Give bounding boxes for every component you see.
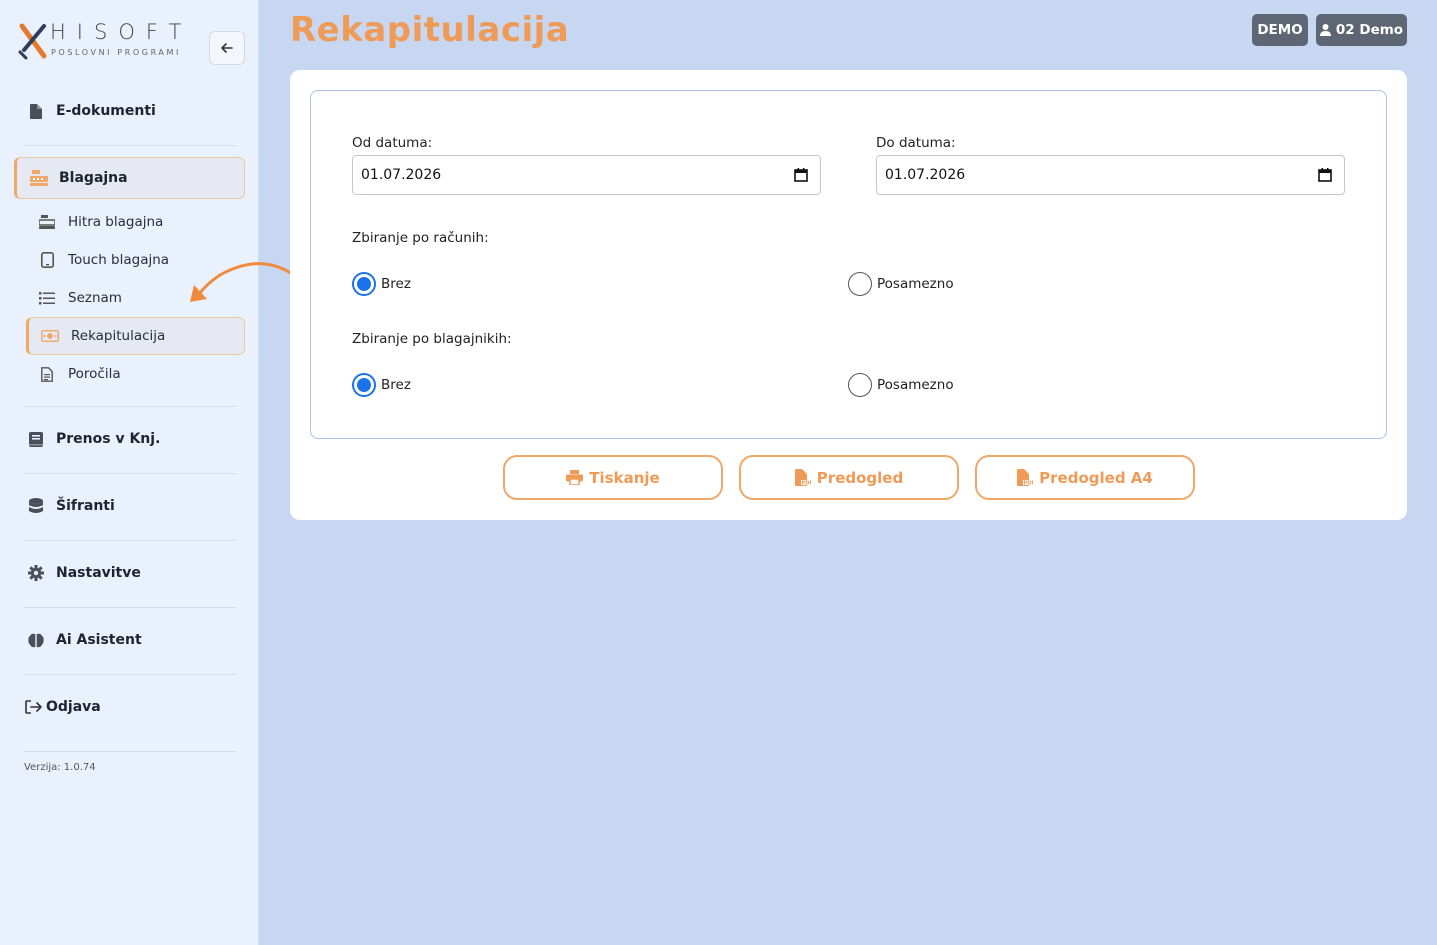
- radio-circle: [352, 272, 376, 296]
- list-icon: [38, 289, 56, 307]
- divider: [24, 406, 236, 407]
- sidebar-subitem-label: Seznam: [68, 290, 122, 306]
- sidebar-item-sifranti[interactable]: Šifranti: [14, 485, 245, 527]
- group-by-cashiers-label: Zbiranje po blagajnikih:: [352, 331, 512, 347]
- radio-invoices-posamezno[interactable]: Posamezno: [848, 272, 954, 296]
- logo-mark-icon: [18, 23, 47, 60]
- app-logo: HISOFT POSLOVNI PROGRAMI: [18, 20, 198, 62]
- pdf-file-icon: PDF: [794, 469, 811, 487]
- demo-badge[interactable]: DEMO: [1252, 14, 1308, 46]
- to-date-value: 01.07.2026: [885, 167, 966, 183]
- sidebar-item-label: Odjava: [46, 699, 101, 715]
- sidebar-subitem-rekapitulacija[interactable]: Rekapitulacija: [26, 317, 245, 355]
- radio-circle: [352, 373, 376, 397]
- divider: [24, 607, 236, 608]
- print-button[interactable]: Tiskanje: [503, 455, 723, 500]
- money-icon: [41, 327, 59, 345]
- user-label: 02 Demo: [1335, 22, 1404, 38]
- radio-label: Brez: [381, 377, 411, 393]
- sidebar-item-label: Ai Asistent: [56, 632, 142, 648]
- radio-label: Posamezno: [877, 377, 954, 393]
- printer-icon: [566, 470, 584, 485]
- sidebar-subitem-label: Hitra blagajna: [68, 214, 164, 230]
- svg-text:PDF: PDF: [1024, 481, 1034, 487]
- radio-circle: [848, 272, 872, 296]
- print-button-label: Tiskanje: [589, 468, 660, 487]
- preview-button-label: Predogled: [816, 468, 904, 487]
- preview-button[interactable]: PDF Predogled: [739, 455, 959, 500]
- gear-icon: [26, 563, 46, 583]
- radio-cashiers-posamezno[interactable]: Posamezno: [848, 373, 954, 397]
- curved-arrow-icon: [190, 262, 302, 302]
- sidebar-item-label: E-dokumenti: [56, 103, 156, 119]
- to-date-label: Do datuma:: [876, 135, 956, 151]
- main-card: Od datuma: 01.07.2026 Do datuma: 01.07.2…: [290, 70, 1407, 520]
- radio-label: Posamezno: [877, 276, 954, 292]
- sidebar-item-e-dokumenti[interactable]: E-dokumenti: [14, 90, 245, 132]
- sidebar-item-ai-asistent[interactable]: Ai Asistent: [14, 619, 245, 661]
- sidebar-item-label: Šifranti: [56, 498, 115, 514]
- to-date-input[interactable]: 01.07.2026: [876, 155, 1345, 195]
- database-icon: [26, 496, 46, 516]
- radio-label: Brez: [381, 276, 411, 292]
- book-icon: [26, 429, 46, 449]
- sidebar-subitem-label: Poročila: [68, 366, 121, 382]
- radio-invoices-brez[interactable]: Brez: [352, 272, 411, 296]
- from-date-input[interactable]: 01.07.2026: [352, 155, 821, 195]
- logout-icon: [24, 697, 44, 717]
- preview-a4-button-label: Predogled A4: [1039, 468, 1153, 487]
- svg-text:PDF: PDF: [801, 481, 811, 487]
- cash-register-icon: [38, 213, 56, 231]
- radio-cashiers-brez[interactable]: Brez: [352, 373, 411, 397]
- calendar-icon[interactable]: [1318, 168, 1332, 182]
- divider: [24, 540, 236, 541]
- sidebar-item-odjava[interactable]: Odjava: [14, 686, 245, 728]
- pdf-file-icon: PDF: [1017, 469, 1034, 487]
- page-title: Rekapitulacija: [290, 10, 570, 50]
- tablet-icon: [38, 251, 56, 269]
- sidebar-subitem-porocila[interactable]: Poročila: [26, 355, 245, 393]
- user-icon: [1319, 24, 1331, 36]
- report-icon: [38, 365, 56, 383]
- file-icon: [26, 101, 46, 121]
- arrow-left-icon: [221, 43, 233, 53]
- sidebar-subitem-hitra-blagajna[interactable]: Hitra blagajna: [26, 203, 245, 241]
- logo-text: HISOFT: [50, 20, 193, 44]
- sidebar-item-prenos-v-knj[interactable]: Prenos v Knj.: [14, 418, 245, 460]
- version-text: Verzija: 1.0.74: [24, 762, 96, 773]
- from-date-label: Od datuma:: [352, 135, 433, 151]
- sidebar-item-label: Nastavitve: [56, 565, 141, 581]
- divider: [24, 751, 236, 752]
- sidebar-item-blagajna[interactable]: Blagajna: [14, 157, 245, 199]
- sidebar-item-label: Prenos v Knj.: [56, 431, 161, 447]
- cash-register-icon: [29, 168, 49, 188]
- user-menu-button[interactable]: 02 Demo: [1316, 14, 1407, 46]
- sidebar-item-label: Blagajna: [59, 170, 128, 186]
- brain-icon: [26, 630, 46, 650]
- filter-panel: Od datuma: 01.07.2026 Do datuma: 01.07.2…: [310, 90, 1387, 439]
- collapse-sidebar-button[interactable]: [209, 31, 245, 65]
- preview-a4-button[interactable]: PDF Predogled A4: [975, 455, 1195, 500]
- sidebar-subitem-label: Rekapitulacija: [71, 328, 166, 344]
- calendar-icon[interactable]: [794, 168, 808, 182]
- sidebar: HISOFT POSLOVNI PROGRAMI E-dokumenti Bla…: [0, 0, 259, 945]
- divider: [24, 473, 236, 474]
- logo-subtitle: POSLOVNI PROGRAMI: [51, 48, 181, 57]
- divider: [24, 145, 236, 146]
- radio-circle: [848, 373, 872, 397]
- from-date-value: 01.07.2026: [361, 167, 442, 183]
- sidebar-item-nastavitve[interactable]: Nastavitve: [14, 552, 245, 594]
- divider: [24, 674, 236, 675]
- sidebar-subitem-label: Touch blagajna: [68, 252, 170, 268]
- group-by-invoices-label: Zbiranje po računih:: [352, 230, 489, 246]
